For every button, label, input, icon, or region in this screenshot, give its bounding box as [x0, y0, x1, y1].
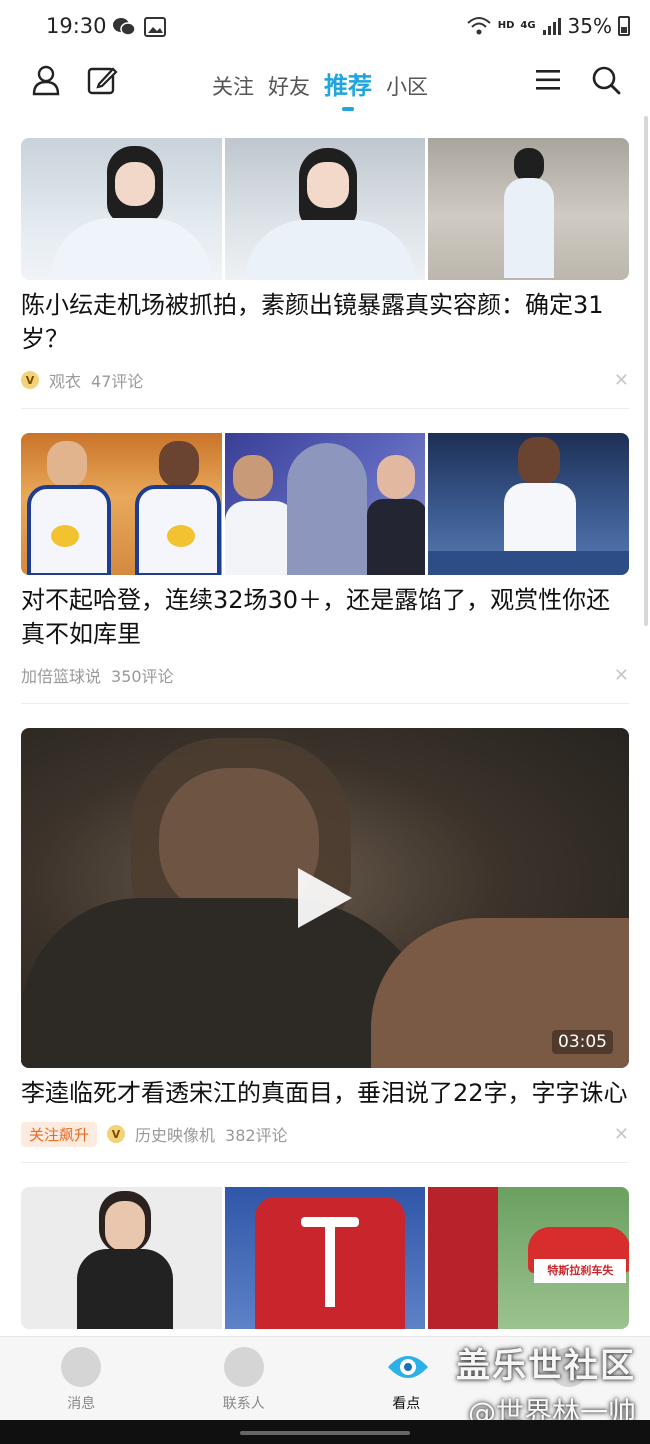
status-bar: 19:30 HD 4G 35% — [0, 0, 650, 56]
thumbnail-row[interactable]: 特斯拉刹车失 — [21, 1187, 629, 1329]
source-name[interactable]: 观衣 — [49, 368, 81, 392]
thumbnail-row[interactable] — [21, 138, 629, 280]
tab-recommend[interactable]: 推荐 — [324, 66, 372, 111]
divider — [21, 1162, 629, 1163]
thumbnail-1 — [21, 1187, 222, 1329]
close-icon[interactable]: ✕ — [614, 370, 629, 391]
divider — [21, 703, 629, 704]
feed-item[interactable]: 陈小纭走机场被抓拍，素颜出镜暴露真实容颜：确定31岁？ V 观衣 47评论 ✕ — [21, 138, 629, 409]
status-right: HD 4G 35% — [466, 14, 630, 38]
headline[interactable]: 陈小纭走机场被抓拍，素颜出镜暴露真实容颜：确定31岁？ — [21, 288, 629, 356]
comment-count[interactable]: 350评论 — [111, 663, 174, 687]
gallery-icon — [144, 17, 166, 37]
battery-percent: 35% — [567, 14, 612, 38]
verified-badge-icon: V — [21, 371, 39, 389]
status-left-icons — [112, 16, 166, 38]
status-time: 19:30 — [46, 14, 107, 38]
video-player[interactable]: 03:05 — [21, 728, 629, 1068]
search-icon[interactable] — [590, 64, 622, 96]
thumbnail-1 — [21, 138, 222, 280]
watermark: 盖乐世社区 @世界林一帅 — [456, 1338, 636, 1431]
tab-community[interactable]: 小区 — [386, 71, 428, 101]
nav-contacts[interactable]: 联系人 — [163, 1337, 326, 1420]
comment-count[interactable]: 47评论 — [91, 368, 143, 392]
thumbnail-2 — [224, 138, 426, 280]
signal-icon — [542, 18, 561, 35]
thumbnail-3: 特斯拉刹车失 — [428, 1187, 629, 1329]
network-badge: HD — [497, 20, 515, 31]
play-icon[interactable] — [298, 868, 352, 928]
close-icon[interactable]: ✕ — [614, 1124, 629, 1145]
nav-messages[interactable]: 消息 — [0, 1337, 163, 1420]
thumbnail-row[interactable] — [21, 433, 629, 575]
feed-item[interactable]: 特斯拉刹车失 — [21, 1187, 629, 1329]
headline[interactable]: 李逵临死才看透宋江的真面目，垂泪说了22字，字字诛心 — [21, 1076, 629, 1110]
battery-icon — [618, 16, 630, 36]
wechat-icon — [113, 18, 136, 36]
wifi-icon — [467, 17, 491, 35]
eye-icon — [386, 1347, 429, 1387]
verified-badge-icon: V — [107, 1125, 126, 1143]
nav-label: 看点 — [392, 1396, 421, 1412]
scrollbar[interactable] — [644, 116, 648, 626]
profile-icon[interactable] — [30, 64, 62, 96]
feed-item[interactable]: 03:05 李逵临死才看透宋江的真面目，垂泪说了22字，字字诛心 关注飙升 V … — [21, 728, 629, 1163]
comment-count[interactable]: 382评论 — [225, 1122, 288, 1146]
divider — [21, 408, 629, 409]
trending-tag: 关注飙升 — [21, 1121, 98, 1147]
headline[interactable]: 对不起哈登，连续32场30＋，还是露馅了，观赏性你还真不如库里 — [21, 583, 629, 651]
nav-label: 消息 — [67, 1396, 96, 1412]
article-meta: 加倍篮球说 350评论 ✕ — [21, 663, 629, 687]
close-icon[interactable]: ✕ — [614, 665, 629, 686]
home-bar[interactable] — [240, 1431, 410, 1435]
thumbnail-1 — [21, 433, 222, 575]
nav-label: 联系人 — [222, 1396, 265, 1412]
feed-item[interactable]: 对不起哈登，连续32场30＋，还是露馅了，观赏性你还真不如库里 加倍篮球说 35… — [21, 433, 629, 704]
edit-icon[interactable] — [86, 64, 118, 96]
network-type: 4G — [520, 20, 536, 31]
tab-follow[interactable]: 关注 — [212, 71, 254, 101]
source-name[interactable]: 历史映像机 — [135, 1122, 215, 1146]
watermark-line-1: 盖乐世社区 — [456, 1346, 636, 1386]
thumbnail-2 — [224, 1187, 426, 1329]
thumbnail-caption: 特斯拉刹车失 — [534, 1259, 627, 1283]
source-name[interactable]: 加倍篮球说 — [21, 663, 101, 687]
thumbnail-3 — [428, 433, 629, 575]
tab-friends[interactable]: 好友 — [268, 71, 310, 101]
thumbnail-3 — [428, 138, 629, 280]
news-feed: 陈小纭走机场被抓拍，素颜出镜暴露真实容颜：确定31岁？ V 观衣 47评论 ✕ — [21, 138, 629, 1329]
article-meta: 关注飙升 V 历史映像机 382评论 ✕ — [21, 1121, 629, 1147]
feed-tabs: 关注 好友 推荐 小区 — [212, 66, 428, 111]
video-duration: 03:05 — [552, 1030, 613, 1054]
contacts-icon — [223, 1347, 264, 1387]
thumbnail-2 — [224, 433, 426, 575]
top-nav: 关注 好友 推荐 小区 — [0, 56, 650, 112]
message-icon — [61, 1347, 102, 1387]
menu-icon[interactable] — [532, 64, 564, 96]
article-meta: V 观衣 47评论 ✕ — [21, 368, 629, 392]
